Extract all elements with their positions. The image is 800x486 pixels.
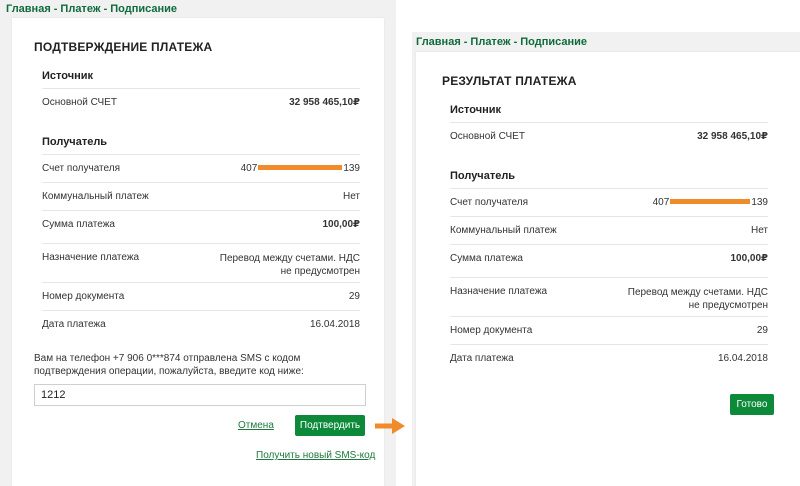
utility-label: Коммунальный платеж <box>42 191 149 202</box>
breadcrumb-separator: - <box>463 36 468 48</box>
utility-label: Коммунальный платеж <box>450 225 557 236</box>
account-prefix: 407 <box>652 197 670 208</box>
result-card: РЕЗУЛЬТАТ ПЛАТЕЖА Источник Основной СЧЕТ… <box>416 52 800 486</box>
purpose-row: Назначение платежа Перевод между счетами… <box>42 243 360 282</box>
utility-value: Нет <box>750 225 768 236</box>
amount-value: 100,00₽ <box>730 253 768 264</box>
date-value: 16.04.2018 <box>309 319 360 330</box>
redaction-bar <box>258 164 343 170</box>
breadcrumb-signing: Подписание <box>520 36 588 48</box>
confirm-button[interactable]: Подтвердить <box>295 415 365 436</box>
utility-row: Коммунальный платеж Нет <box>450 216 768 244</box>
purpose-label: Назначение платежа <box>42 252 140 263</box>
arrow-right-icon <box>375 418 405 434</box>
purpose-label: Назначение платежа <box>450 286 548 297</box>
doc-number-label: Номер документа <box>450 325 533 336</box>
sms-code-input[interactable] <box>34 384 366 406</box>
source-account-balance: 32 958 465,10₽ <box>697 131 768 142</box>
recipient-account-masked: 407 139 <box>653 197 768 208</box>
breadcrumb-home[interactable]: Главная <box>6 3 51 15</box>
recipient-header: Получатель <box>42 136 108 148</box>
account-prefix: 407 <box>240 163 258 174</box>
new-sms-code-link[interactable]: Получить новый SMS-код <box>256 450 375 461</box>
amount-label: Сумма платежа <box>42 219 115 230</box>
date-label: Дата платежа <box>42 319 106 330</box>
page-title: ПОДТВЕРЖДЕНИЕ ПЛАТЕЖА <box>34 40 213 54</box>
breadcrumb: Главная - Платеж - Подписание <box>6 3 177 15</box>
amount-row: Сумма платежа 100,00₽ <box>450 244 768 277</box>
source-header: Источник <box>450 104 502 116</box>
doc-number-value: 29 <box>756 325 768 336</box>
recipient-account-label: Счет получателя <box>42 163 120 174</box>
recipient-account-row: Счет получателя 407 139 <box>450 188 768 216</box>
amount-value: 100,00₽ <box>322 219 360 230</box>
account-suffix: 139 <box>751 197 768 208</box>
doc-number-row: Номер документа 29 <box>450 316 768 344</box>
account-suffix: 139 <box>343 163 360 174</box>
source-header: Источник <box>42 70 94 82</box>
utility-row: Коммунальный платеж Нет <box>42 182 360 210</box>
result-screen: Главная - Платеж - Подписание РЕЗУЛЬТАТ ПЛАТ… <box>412 32 800 486</box>
date-row: Дата платежа 16.04.2018 <box>42 310 360 338</box>
recipient-account-masked: 407 139 <box>241 163 360 174</box>
doc-number-label: Номер документа <box>42 291 125 302</box>
breadcrumb-payment[interactable]: Платеж <box>60 3 100 15</box>
source-account-label: Основной СЧЕТ <box>450 131 525 142</box>
purpose-value: Перевод между счетами. НДС не предусмотр… <box>627 287 768 311</box>
recipient-account-row: Счет получателя 407 139 <box>42 154 360 182</box>
recipient-header: Получатель <box>450 170 516 182</box>
redaction-bar <box>670 198 751 204</box>
source-account-balance: 32 958 465,10₽ <box>289 97 360 108</box>
recipient-account-label: Счет получателя <box>450 197 528 208</box>
cancel-link[interactable]: Отмена <box>238 420 274 431</box>
breadcrumb-signing: Подписание <box>110 3 178 15</box>
breadcrumb-payment[interactable]: Платеж <box>470 36 510 48</box>
date-label: Дата платежа <box>450 353 514 364</box>
breadcrumb-home[interactable]: Главная <box>416 36 461 48</box>
source-account-row: Основной СЧЕТ 32 958 465,10₽ <box>42 88 360 122</box>
doc-number-row: Номер документа 29 <box>42 282 360 310</box>
sms-info-text: Вам на телефон +7 906 0***874 отправлена… <box>34 353 304 377</box>
purpose-value: Перевод между счетами. НДС не предусмотр… <box>219 253 360 277</box>
source-account-label: Основной СЧЕТ <box>42 97 117 108</box>
date-value: 16.04.2018 <box>717 353 768 364</box>
breadcrumb-separator: - <box>513 36 518 48</box>
page-title: РЕЗУЛЬТАТ ПЛАТЕЖА <box>442 74 577 88</box>
amount-row: Сумма платежа 100,00₽ <box>42 210 360 243</box>
breadcrumb-separator: - <box>53 3 58 15</box>
source-account-row: Основной СЧЕТ 32 958 465,10₽ <box>450 122 768 156</box>
utility-value: Нет <box>342 191 360 202</box>
breadcrumb-separator: - <box>103 3 108 15</box>
breadcrumb: Главная - Платеж - Подписание <box>416 36 587 48</box>
date-row: Дата платежа 16.04.2018 <box>450 344 768 372</box>
purpose-row: Назначение платежа Перевод между счетами… <box>450 277 768 316</box>
confirmation-screen: Главная - Платеж - Подписание ПОДТВЕРЖДЕНИЕ … <box>0 0 396 486</box>
done-button[interactable]: Готово <box>730 394 774 415</box>
doc-number-value: 29 <box>348 291 360 302</box>
amount-label: Сумма платежа <box>450 253 523 264</box>
confirmation-card: ПОДТВЕРЖДЕНИЕ ПЛАТЕЖА Источник Основной … <box>12 18 384 486</box>
